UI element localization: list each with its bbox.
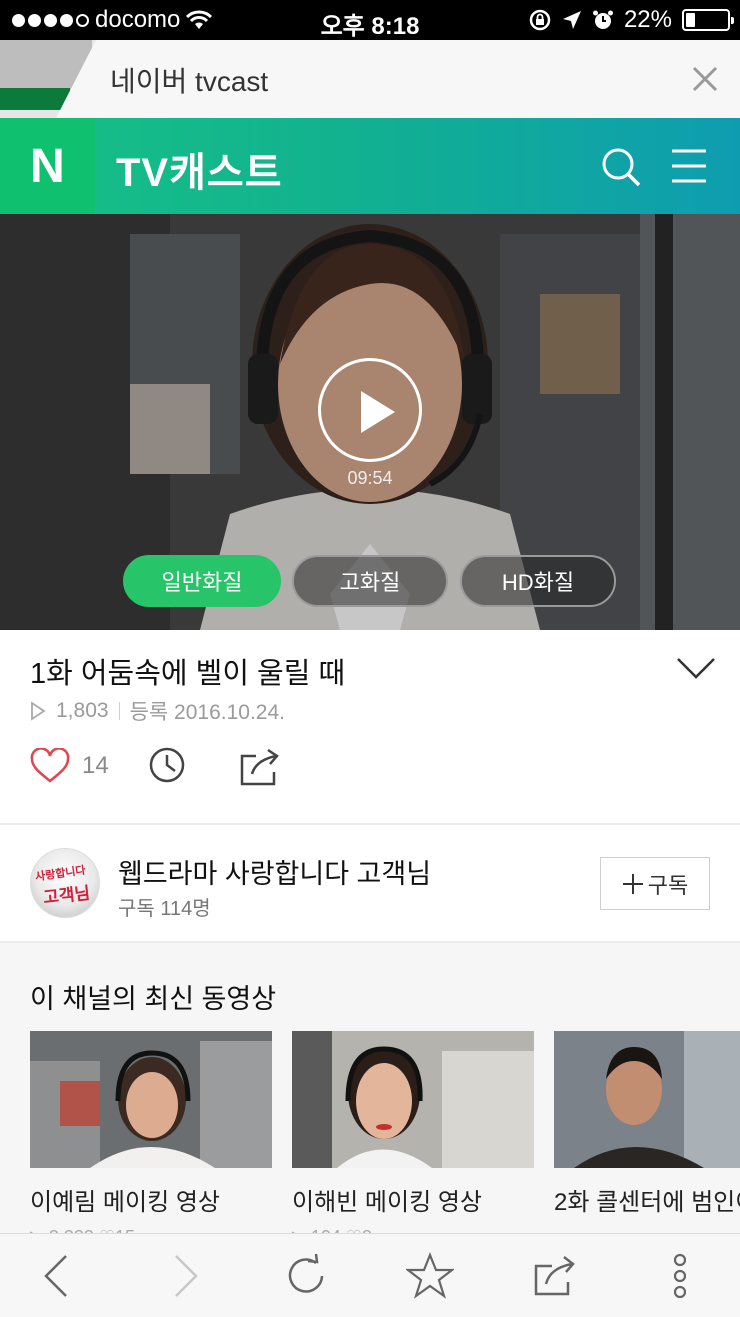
view-count: 1,803 — [56, 699, 109, 722]
battery-percent: 22% — [623, 6, 672, 33]
video-card[interactable]: 이해빈 메이킹 영상 ▷ 104 ♡8 — [292, 1031, 534, 1243]
alarm-icon — [592, 10, 613, 29]
like-count: 14 — [82, 752, 109, 779]
clock-icon[interactable] — [148, 746, 186, 784]
naver-logo[interactable]: N — [0, 118, 95, 214]
play-count-icon — [31, 701, 46, 721]
play-icon[interactable] — [318, 358, 422, 462]
share-icon[interactable] — [532, 1252, 580, 1300]
subscribe-button[interactable]: 구독 — [600, 857, 710, 910]
divider — [0, 823, 740, 825]
episode-title: 1화 어둠속에 벨이 울릴 때 — [30, 658, 346, 690]
share-icon[interactable] — [240, 746, 280, 786]
forward-icon[interactable] — [160, 1252, 208, 1300]
episode-meta: 1,803 등록 2016.10.24. — [30, 696, 285, 726]
avatar-text-bottom: 고객님 — [42, 883, 91, 908]
video-card-title[interactable]: 2화 콜센터에 범인이 있다 — [554, 1182, 740, 1217]
heart-icon[interactable] — [30, 748, 70, 784]
location-icon — [562, 11, 581, 29]
status-bar: docomo 오후 8:18 22% — [0, 0, 740, 40]
plus-icon — [622, 873, 643, 894]
quality-high-button[interactable]: 고화질 — [292, 555, 448, 607]
registered-date: 등록 2016.10.24. — [129, 701, 285, 724]
video-card-title[interactable]: 이해빈 메이킹 영상 — [292, 1182, 534, 1217]
video-thumbnail[interactable] — [554, 1031, 740, 1168]
back-icon[interactable] — [34, 1252, 82, 1300]
channel-subscribers: 구독 114명 — [118, 898, 211, 920]
browser-toolbar — [0, 1233, 740, 1317]
browser-tab-bar: 네이버 tvcast — [0, 40, 740, 118]
battery-icon — [682, 9, 734, 31]
quality-normal-button[interactable]: 일반화질 — [123, 555, 281, 607]
reload-icon[interactable] — [282, 1252, 330, 1300]
menu-icon[interactable] — [670, 148, 708, 184]
video-player[interactable]: 09:54 일반화질 고화질 HD화질 — [0, 214, 740, 630]
video-card[interactable]: 2화 콜센터에 범인이 있다 — [554, 1031, 740, 1217]
quality-hd-button[interactable]: HD화질 — [460, 555, 616, 607]
star-icon[interactable] — [406, 1252, 454, 1300]
channel-name[interactable]: 웹드라마 사랑합니다 고객님 — [118, 852, 431, 891]
site-header: N TV캐스트 — [0, 118, 740, 214]
search-icon[interactable] — [600, 146, 642, 188]
close-icon[interactable] — [690, 64, 720, 94]
video-duration: 09:54 — [347, 468, 393, 488]
video-card-title[interactable]: 이예림 메이킹 영상 — [30, 1182, 272, 1217]
video-thumbnail[interactable] — [30, 1031, 272, 1168]
tab-title: 네이버 tvcast — [110, 66, 269, 97]
channel-avatar[interactable]: 사랑합니다 고객님 — [30, 848, 100, 918]
subscribe-label: 구독 — [647, 872, 689, 898]
video-card[interactable]: 이예림 메이킹 영상 ▷ 3,333 ♡15 — [30, 1031, 272, 1243]
video-thumbnail[interactable] — [292, 1031, 534, 1168]
section-title: 이 채널의 최신 동영상 — [30, 984, 277, 1014]
more-icon[interactable] — [656, 1252, 704, 1300]
lock-rotation-icon — [529, 9, 551, 31]
page-title[interactable]: TV캐스트 — [116, 140, 283, 198]
chevron-down-icon[interactable] — [676, 656, 716, 680]
latest-videos-section: 이 채널의 최신 동영상 이예림 메이킹 영상 ▷ 3,333 ♡15 — [0, 943, 740, 1243]
